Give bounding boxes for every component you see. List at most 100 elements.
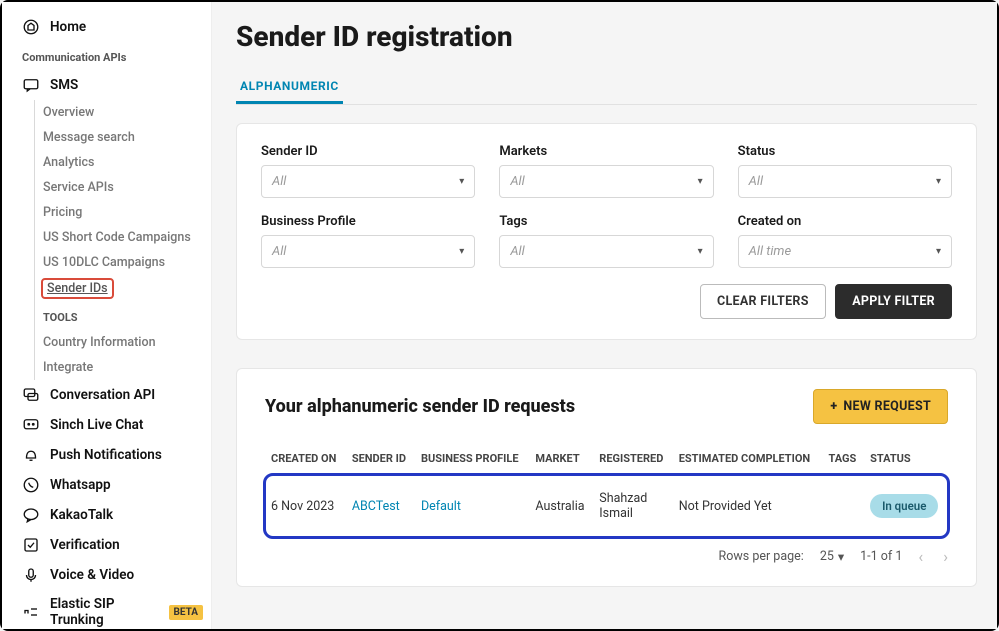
subnav-country-information[interactable]: Country Information xyxy=(35,330,211,355)
col-tags: TAGS xyxy=(823,442,865,475)
plus-icon: + xyxy=(830,399,837,414)
tools-label: TOOLS xyxy=(35,302,211,330)
nav-push-notifications[interactable]: Push Notifications xyxy=(14,440,211,470)
tab-alphanumeric[interactable]: ALPHANUMERIC xyxy=(236,71,343,104)
cell-business-profile[interactable]: Default xyxy=(415,475,529,537)
cell-sender-id[interactable]: ABCTest xyxy=(346,475,415,537)
col-estimated-completion: ESTIMATED COMPLETION xyxy=(673,442,823,475)
filter-tags-select[interactable]: All ▾ xyxy=(499,235,713,268)
check-shield-icon xyxy=(22,536,40,554)
filter-markets-value: All xyxy=(510,174,524,189)
rows-per-page-value: 25 xyxy=(820,549,834,564)
filter-created-on-value: All time xyxy=(749,244,792,259)
col-registered: REGISTERED xyxy=(593,442,672,475)
rows-per-page-label: Rows per page: xyxy=(719,549,804,564)
status-badge: In queue xyxy=(870,494,938,518)
microphone-icon xyxy=(22,566,40,584)
filter-status-select[interactable]: All ▾ xyxy=(738,165,952,198)
cell-estimated-completion: Not Provided Yet xyxy=(673,475,823,537)
subnav-us-short-code[interactable]: US Short Code Campaigns xyxy=(35,225,211,250)
page-prev-button[interactable]: ‹ xyxy=(918,547,923,566)
filter-business-profile-value: All xyxy=(272,244,286,259)
nav-whatsapp[interactable]: Whatsapp xyxy=(14,470,211,500)
cell-tags xyxy=(823,475,865,537)
section-communication-apis: Communication APIs xyxy=(14,42,211,70)
subnav-integrate[interactable]: Integrate xyxy=(35,355,211,380)
cell-status: In queue xyxy=(864,475,948,537)
requests-table: CREATED ON SENDER ID BUSINESS PROFILE MA… xyxy=(265,442,948,537)
subnav-overview[interactable]: Overview xyxy=(35,100,211,125)
beta-badge: BETA xyxy=(169,605,204,620)
col-status: STATUS xyxy=(864,442,948,475)
caret-down-icon: ▾ xyxy=(459,246,464,257)
nav-home[interactable]: Home xyxy=(14,12,211,42)
caret-down-icon: ▾ xyxy=(698,176,703,187)
nav-elastic-sip[interactable]: Elastic SIP Trunking BETA xyxy=(14,590,211,629)
nav-sms[interactable]: SMS xyxy=(14,70,211,100)
pagination-range: 1-1 of 1 xyxy=(860,549,902,564)
nav-elastic-sip-label: Elastic SIP Trunking xyxy=(50,596,155,628)
caret-down-icon: ▾ xyxy=(698,246,703,257)
new-request-label: NEW REQUEST xyxy=(843,399,931,414)
nav-verification-label: Verification xyxy=(50,537,120,553)
subnav-analytics[interactable]: Analytics xyxy=(35,150,211,175)
subnav-pricing[interactable]: Pricing xyxy=(35,200,211,225)
nav-whatsapp-label: Whatsapp xyxy=(50,477,111,493)
col-business-profile: BUSINESS PROFILE xyxy=(415,442,529,475)
kakao-icon xyxy=(22,506,40,524)
filter-markets-label: Markets xyxy=(499,144,713,159)
rows-per-page-select[interactable]: 25 ▾ xyxy=(820,549,844,565)
page-next-button[interactable]: › xyxy=(943,547,948,566)
caret-down-icon: ▾ xyxy=(936,246,941,257)
subnav-sender-ids[interactable]: Sender IDs xyxy=(41,278,114,299)
nav-voice-video-label: Voice & Video xyxy=(50,567,134,583)
cell-registered: Shahzad Ismail xyxy=(593,475,672,537)
new-request-button[interactable]: + NEW REQUEST xyxy=(813,389,948,424)
filter-card: Sender ID All ▾ Markets All ▾ Status xyxy=(236,123,977,340)
nav-conversation-api-label: Conversation API xyxy=(50,387,155,403)
col-market: MARKET xyxy=(529,442,593,475)
nav-kakaotalk[interactable]: KakaoTalk xyxy=(14,500,211,530)
nav-conversation-api[interactable]: Conversation API xyxy=(14,380,211,410)
cell-created-on: 6 Nov 2023 xyxy=(265,475,346,537)
whatsapp-icon xyxy=(22,476,40,494)
requests-card: Your alphanumeric sender ID requests + N… xyxy=(236,368,977,587)
filter-created-on-label: Created on xyxy=(738,214,952,229)
filter-sender-id-value: All xyxy=(272,174,286,189)
cell-market: Australia xyxy=(529,475,593,537)
apply-filter-button[interactable]: APPLY FILTER xyxy=(835,284,952,319)
clear-filters-button[interactable]: CLEAR FILTERS xyxy=(700,284,826,319)
filter-markets-select[interactable]: All ▾ xyxy=(499,165,713,198)
subnav-us-10dlc[interactable]: US 10DLC Campaigns xyxy=(35,250,211,275)
conversation-icon xyxy=(22,386,40,404)
page-title: Sender ID registration xyxy=(236,20,977,53)
sms-submenu: Overview Message search Analytics Servic… xyxy=(34,100,211,380)
nav-verification[interactable]: Verification xyxy=(14,530,211,560)
filter-created-on-select[interactable]: All time ▾ xyxy=(738,235,952,268)
filter-business-profile-label: Business Profile xyxy=(261,214,475,229)
nav-sinch-live-chat-label: Sinch Live Chat xyxy=(50,417,143,433)
home-icon xyxy=(22,18,40,36)
requests-heading: Your alphanumeric sender ID requests xyxy=(265,396,575,417)
sip-icon xyxy=(22,603,40,621)
filter-status-label: Status xyxy=(738,144,952,159)
sidebar: Home Communication APIs SMS Overview Mes… xyxy=(2,2,212,629)
col-sender-id: SENDER ID xyxy=(346,442,415,475)
subnav-service-apis[interactable]: Service APIs xyxy=(35,175,211,200)
filter-business-profile-select[interactable]: All ▾ xyxy=(261,235,475,268)
filter-sender-id-label: Sender ID xyxy=(261,144,475,159)
filter-sender-id-select[interactable]: All ▾ xyxy=(261,165,475,198)
table-row[interactable]: 6 Nov 2023 ABCTest Default Australia Sha… xyxy=(265,475,948,537)
livechat-icon xyxy=(22,416,40,434)
nav-voice-video[interactable]: Voice & Video xyxy=(14,560,211,590)
nav-kakaotalk-label: KakaoTalk xyxy=(50,507,113,523)
subnav-message-search[interactable]: Message search xyxy=(35,125,211,150)
caret-down-icon: ▾ xyxy=(838,549,844,565)
nav-home-label: Home xyxy=(50,19,86,35)
table-footer: Rows per page: 25 ▾ 1-1 of 1 ‹ › xyxy=(265,547,948,566)
sms-icon xyxy=(22,76,40,94)
main-content: Sender ID registration ALPHANUMERIC Send… xyxy=(212,2,997,629)
caret-down-icon: ▾ xyxy=(936,176,941,187)
nav-sinch-live-chat[interactable]: Sinch Live Chat xyxy=(14,410,211,440)
filter-status-value: All xyxy=(749,174,763,189)
